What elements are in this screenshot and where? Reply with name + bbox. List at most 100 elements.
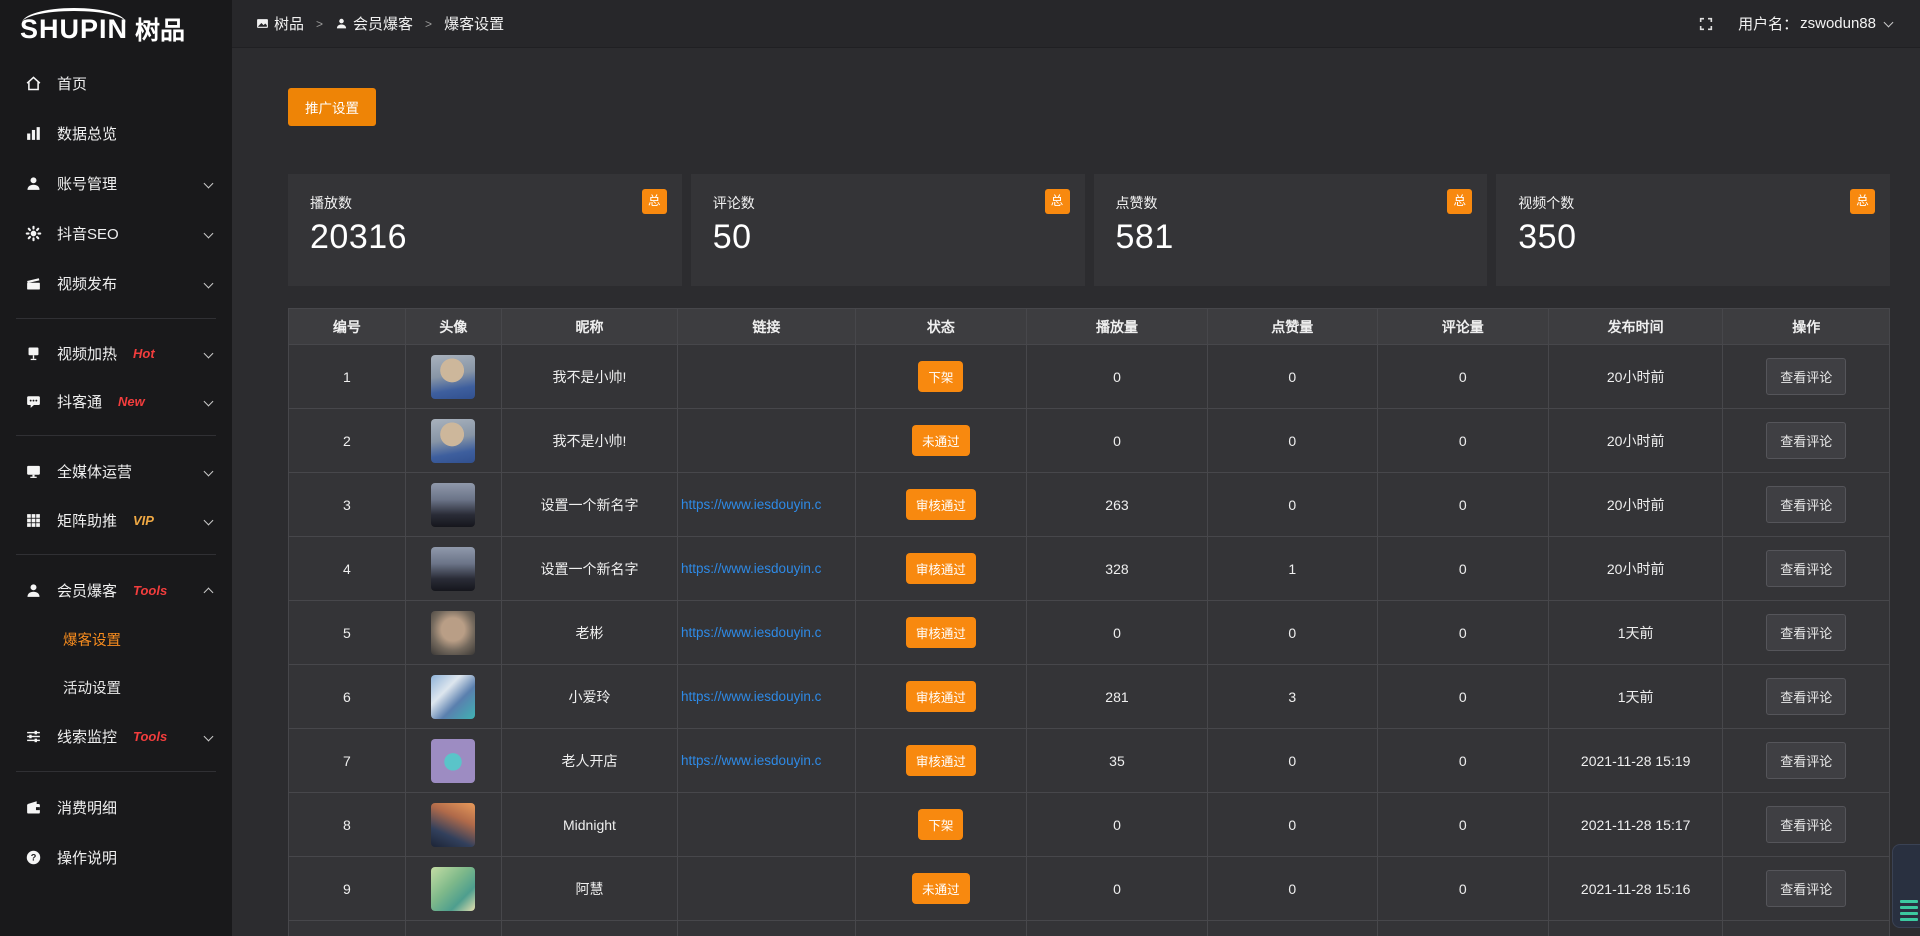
breadcrumb-item-baoke-settings: 爆客设置 <box>444 13 504 34</box>
video-link[interactable]: https://www.iesdouyin.c <box>678 497 855 512</box>
table-row: 9 阿慧 未通过 0 0 0 2021-11-28 15:16 查看评论 <box>289 857 1890 921</box>
view-comments-button[interactable]: 查看评论 <box>1766 678 1846 715</box>
username-label: 用户名： <box>1738 13 1798 34</box>
sidebar-item-video-heat[interactable]: 视频加热 Hot <box>0 329 232 377</box>
stat-card-comments: 评论数 50 总 <box>691 174 1085 286</box>
sidebar-subitem-activity-settings[interactable]: 活动设置 <box>0 663 232 711</box>
sidebar-subitem-baoke-settings[interactable]: 爆客设置 <box>0 615 232 663</box>
stat-cards: 播放数 20316 总 评论数 50 总 点赞数 581 总 视频个数 350 <box>288 174 1890 286</box>
col-plays: 播放量 <box>1027 309 1208 345</box>
col-likes: 点赞量 <box>1207 309 1377 345</box>
sidebar-item-label: 数据总览 <box>57 123 117 144</box>
brand-logo[interactable]: SHUPIN 树品 <box>0 0 232 58</box>
sliders-icon <box>24 727 42 745</box>
sidebar-item-label: 视频发布 <box>57 273 117 294</box>
fullscreen-icon[interactable] <box>1698 16 1714 32</box>
status-badge: 未通过 <box>912 425 970 456</box>
promo-settings-button[interactable]: 推广设置 <box>288 88 376 126</box>
col-comments: 评论量 <box>1377 309 1548 345</box>
chevron-up-icon <box>204 587 214 597</box>
sidebar-item-video-publish[interactable]: 视频发布 <box>0 258 232 308</box>
sidebar-divider <box>16 318 216 319</box>
sidebar-item-label: 首页 <box>57 73 87 94</box>
avatar <box>431 355 475 399</box>
nickname-cell <box>501 921 677 936</box>
member-icon <box>24 581 42 599</box>
video-link[interactable]: https://www.iesdouyin.c <box>678 561 855 576</box>
col-publish-time: 发布时间 <box>1548 309 1723 345</box>
stat-value: 20316 <box>310 218 660 257</box>
bar-chart-icon <box>24 124 42 142</box>
avatar <box>431 419 475 463</box>
sidebar-item-member-baoke[interactable]: 会员爆客 Tools <box>0 565 232 615</box>
status-badge: 审核通过 <box>906 489 976 520</box>
nickname-cell: 小爱玲 <box>501 665 677 729</box>
table-row: 2 我不是小帅! 未通过 0 0 0 20小时前 查看评论 <box>289 409 1890 473</box>
stat-value: 350 <box>1518 218 1868 257</box>
view-comments-button[interactable]: 查看评论 <box>1766 742 1846 779</box>
sidebar-item-label: 抖客通 <box>57 391 102 412</box>
page-content: 推广设置 播放数 20316 总 评论数 50 总 点赞数 581 总 <box>232 48 1920 936</box>
gear-icon <box>24 224 42 242</box>
nickname-cell: 老彬 <box>501 601 677 665</box>
col-status: 状态 <box>855 309 1026 345</box>
sidebar-item-label: 账号管理 <box>57 173 117 194</box>
col-id: 编号 <box>289 309 406 345</box>
chevron-down-icon <box>204 515 214 525</box>
view-comments-button[interactable]: 查看评论 <box>1766 870 1846 907</box>
view-comments-button[interactable]: 查看评论 <box>1766 550 1846 587</box>
avatar <box>431 739 475 783</box>
wallet-icon <box>24 798 42 816</box>
stat-label: 视频个数 <box>1518 193 1868 213</box>
sidebar-item-douyin-seo[interactable]: 抖音SEO <box>0 208 232 258</box>
view-comments-button[interactable]: 查看评论 <box>1766 358 1846 395</box>
view-comments-button[interactable]: 查看评论 <box>1766 806 1846 843</box>
table-row: 4 设置一个新名字 https://www.iesdouyin.c 审核通过 3… <box>289 537 1890 601</box>
help-icon: ? <box>24 848 42 866</box>
chevron-down-icon <box>204 278 214 288</box>
table-row-partial <box>289 921 1890 936</box>
status-badge: 未通过 <box>912 873 970 904</box>
sidebar-item-matrix-boost[interactable]: 矩阵助推 VIP <box>0 496 232 544</box>
sidebar-item-account-management[interactable]: 账号管理 <box>0 158 232 208</box>
table-row: 3 设置一个新名字 https://www.iesdouyin.c 审核通过 2… <box>289 473 1890 537</box>
view-comments-button[interactable]: 查看评论 <box>1766 614 1846 651</box>
status-badge: 审核通过 <box>906 617 976 648</box>
tools-tag: Tools <box>133 729 167 744</box>
sidebar-item-home[interactable]: 首页 <box>0 58 232 108</box>
sidebar-nav: 首页 数据总览 账号管理 抖音SEO <box>0 58 232 882</box>
avatar <box>431 803 475 847</box>
avatar <box>431 547 475 591</box>
sidebar-item-label: 会员爆客 <box>57 580 117 601</box>
video-link[interactable]: https://www.iesdouyin.c <box>678 625 855 640</box>
user-icon <box>335 17 348 30</box>
sidebar-item-instructions[interactable]: ? 操作说明 <box>0 832 232 882</box>
sidebar-item-clue-monitor[interactable]: 线索监控 Tools <box>0 711 232 761</box>
view-comments-button[interactable]: 查看评论 <box>1766 486 1846 523</box>
stat-value: 50 <box>713 218 1063 257</box>
sidebar-item-expense-details[interactable]: 消费明细 <box>0 782 232 832</box>
avatar <box>431 675 475 719</box>
sidebar-item-data-overview[interactable]: 数据总览 <box>0 108 232 158</box>
view-comments-button[interactable]: 查看评论 <box>1766 422 1846 459</box>
avatar <box>431 611 475 655</box>
stat-label: 播放数 <box>310 193 660 213</box>
breadcrumb-separator: > <box>425 17 432 31</box>
stat-card-likes: 点赞数 581 总 <box>1094 174 1488 286</box>
widget-bar <box>1900 918 1918 921</box>
tools-tag: Tools <box>133 583 167 598</box>
floating-widget[interactable] <box>1892 844 1920 928</box>
table-row: 7 老人开店 https://www.iesdouyin.c 审核通过 35 0… <box>289 729 1890 793</box>
breadcrumb-item-shupin[interactable]: 树品 <box>256 13 304 34</box>
total-badge: 总 <box>1447 189 1472 214</box>
video-link[interactable]: https://www.iesdouyin.c <box>678 689 855 704</box>
video-link[interactable]: https://www.iesdouyin.c <box>678 753 855 768</box>
user-menu[interactable]: 用户名：zswodun88 <box>1738 13 1892 34</box>
username-value: zswodun88 <box>1800 15 1876 32</box>
sidebar-divider <box>16 435 216 436</box>
total-badge: 总 <box>1850 189 1875 214</box>
sidebar-item-doukuotong[interactable]: 抖客通 New <box>0 377 232 425</box>
sidebar-item-all-media[interactable]: 全媒体运营 <box>0 446 232 496</box>
breadcrumb-item-member-baoke[interactable]: 会员爆客 <box>335 13 413 34</box>
table-row: 6 小爱玲 https://www.iesdouyin.c 审核通过 281 3… <box>289 665 1890 729</box>
